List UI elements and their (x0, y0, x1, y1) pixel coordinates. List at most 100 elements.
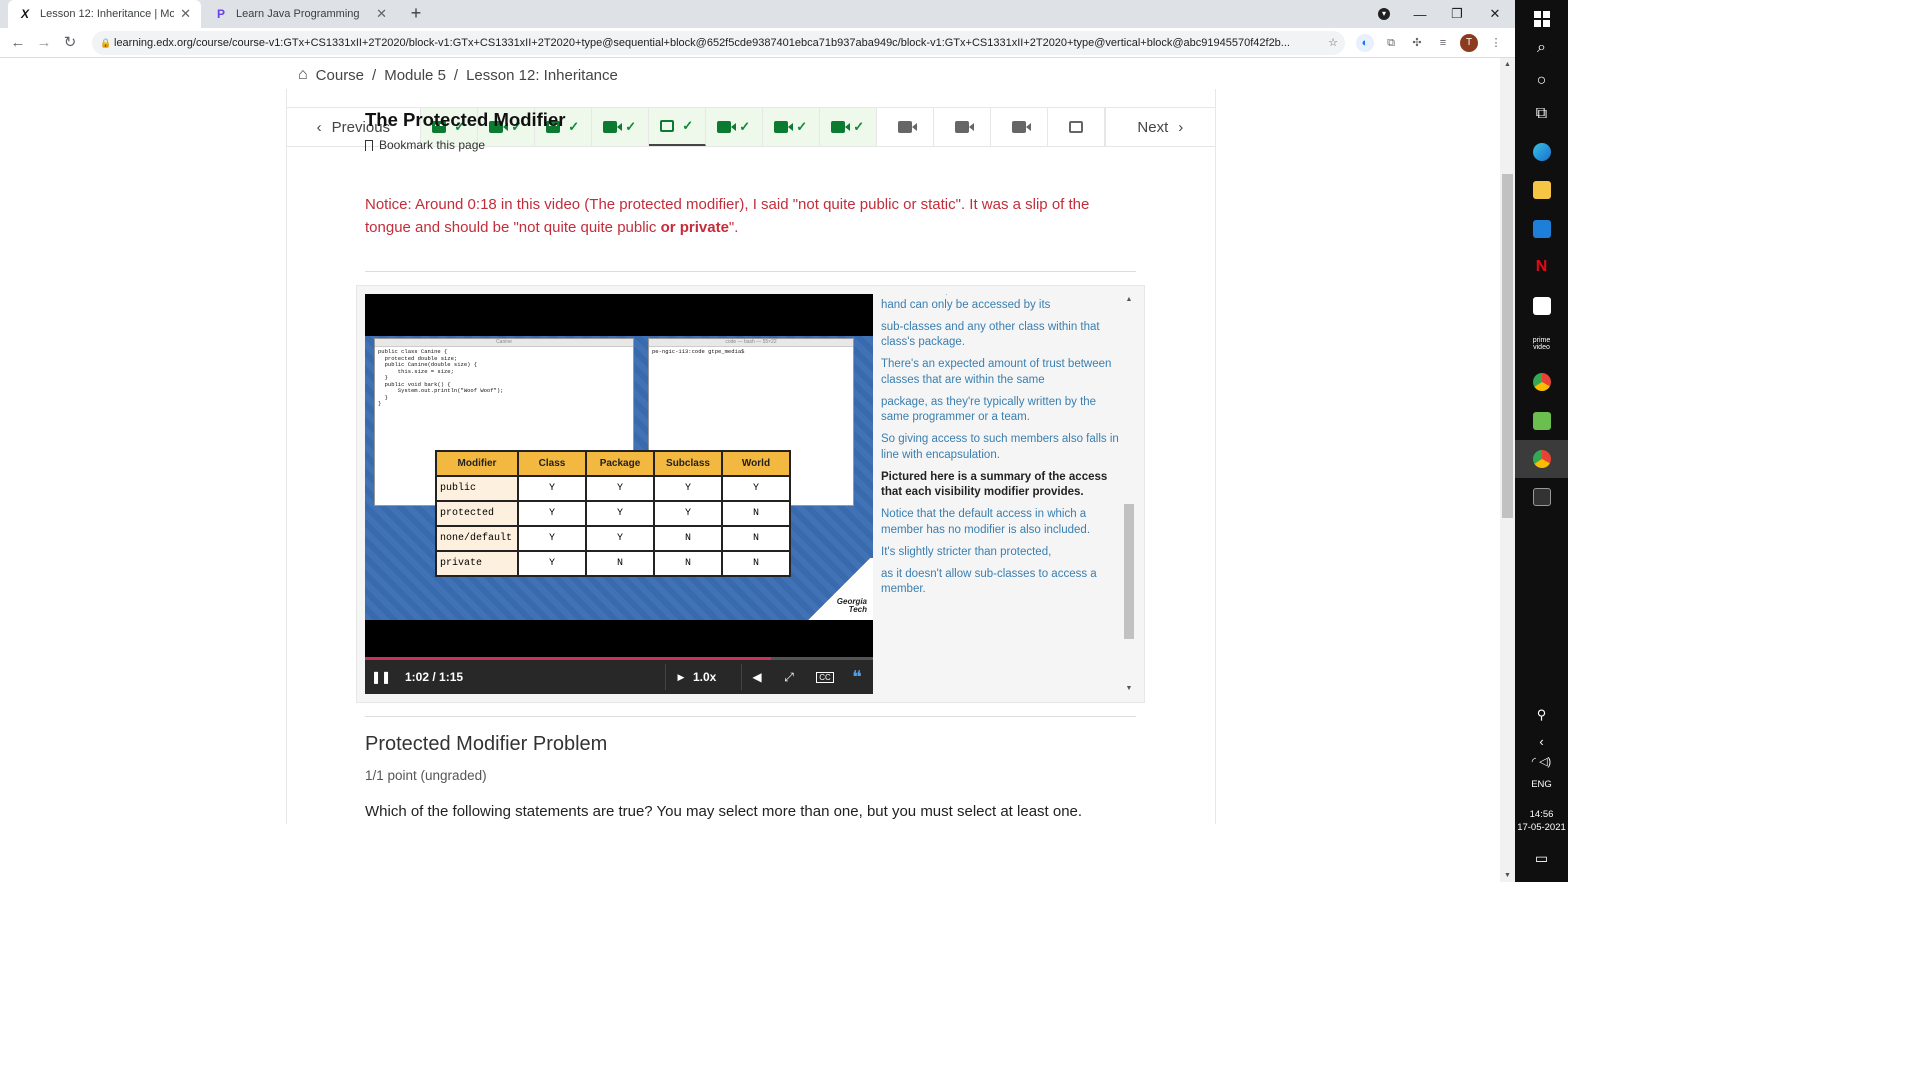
network-volume-icon[interactable]: ◜ ◁) (1515, 742, 1568, 780)
mail-icon[interactable] (1515, 210, 1568, 248)
table-header: Modifier (435, 450, 519, 477)
transcript-line[interactable]: So giving access to such members also fa… (881, 432, 1121, 463)
bookmark-button[interactable]: Bookmark this page (365, 138, 485, 152)
table-header: World (721, 450, 791, 477)
problem-points: 1/1 point (ungraded) (365, 768, 487, 783)
transcript-line[interactable]: It's slightly stricter than protected, (881, 545, 1121, 561)
extension-circle-icon[interactable]: ◐ (1356, 34, 1374, 52)
clock-time[interactable]: 14:56 (1515, 809, 1568, 821)
tab-edx-lesson[interactable]: X Lesson 12: Inheritance | Module 5 ✕ (8, 0, 201, 28)
breadcrumb: ⌂ Course / Module 5 / Lesson 12: Inherit… (298, 66, 618, 84)
breadcrumb-module[interactable]: Module 5 (384, 67, 446, 84)
terminal-prompt: pe-ngic-113:code gtpe_media$ (652, 348, 748, 355)
access-cell: N (653, 525, 723, 552)
scroll-up-arrow-icon[interactable]: ▲ (1124, 296, 1134, 303)
file-explorer-icon[interactable] (1515, 171, 1568, 209)
access-cell: Y (653, 500, 723, 527)
transcript-line[interactable]: sub-classes and any other class within t… (881, 320, 1121, 351)
notice-bold: or private (660, 219, 729, 236)
access-cell: N (585, 550, 655, 577)
scroll-down-arrow-icon[interactable]: ▼ (1124, 685, 1134, 692)
tab-title: Lesson 12: Inheritance | Module 5 (40, 8, 175, 20)
scroll-up-arrow-icon[interactable]: ▲ (1500, 61, 1515, 68)
java-code: public class Canine { protected double s… (378, 348, 504, 407)
access-cell: N (653, 550, 723, 577)
notifications-icon[interactable]: ▭ (1515, 839, 1568, 877)
extensions-puzzle-icon[interactable]: ✣ (1408, 34, 1426, 52)
close-tab-icon[interactable]: ✕ (376, 6, 387, 22)
video-controls: ❚❚ 1:02 / 1:15 ▶ 1.0x ◀ ⤢ CC ❝ (365, 660, 873, 694)
pause-icon[interactable]: ❚❚ (371, 660, 391, 694)
chrome-icon[interactable] (1515, 363, 1568, 401)
terminal-titlebar: code — bash — 55×22 (649, 339, 853, 347)
speed-button[interactable]: 1.0x (693, 660, 716, 694)
prime-video-icon[interactable]: prime video (1515, 325, 1568, 363)
transcript-line[interactable]: Pictured here is a summary of the access… (881, 470, 1121, 501)
bookmark-label: Bookmark this page (379, 138, 486, 152)
menu-kebab-icon[interactable]: ⋮ (1487, 34, 1505, 52)
breadcrumb-separator: / (453, 66, 459, 84)
speed-play-icon[interactable]: ▶ (675, 660, 687, 694)
extension-copy-icon[interactable]: ⧉ (1382, 34, 1400, 52)
video-player[interactable]: Canine public class Canine { protected d… (365, 294, 873, 694)
transcript-scroll-thumb[interactable] (1124, 504, 1134, 639)
problem-title: Protected Modifier Problem (365, 733, 608, 755)
reload-icon[interactable]: ↻ (60, 33, 80, 53)
divider (365, 271, 1136, 272)
netflix-icon[interactable]: N (1515, 248, 1568, 286)
transcript-line[interactable]: But classes' protected members, on the o… (881, 294, 1121, 313)
transcript-scrollbar[interactable]: ▲ ▼ (1124, 294, 1134, 694)
transcript-line[interactable]: package, as they're typically written by… (881, 395, 1121, 426)
table-header: Package (585, 450, 655, 477)
transcript-line[interactable]: Notice that the default access in which … (881, 507, 1121, 538)
breadcrumb-course[interactable]: Course (316, 67, 364, 84)
table-header: Class (517, 450, 587, 477)
forward-arrow-icon[interactable]: → (34, 33, 54, 53)
tab-learn-java[interactable]: P Learn Java Programming ✕ (204, 0, 397, 28)
minimize-button[interactable]: — (1401, 0, 1439, 28)
back-arrow-icon[interactable]: ← (8, 33, 28, 53)
control-separator (665, 664, 666, 690)
breadcrumb-lesson: Lesson 12: Inheritance (466, 66, 618, 84)
page-scroll-thumb[interactable] (1502, 174, 1513, 518)
new-tab-button[interactable]: + (406, 3, 426, 24)
language-indicator[interactable]: ENG (1515, 779, 1568, 791)
transcript-line[interactable]: as it doesn't allow sub-classes to acces… (881, 567, 1121, 598)
task-view-icon[interactable]: ⧉ (1515, 95, 1568, 133)
access-modifier-table: Modifier Class Package Subclass World public… (435, 450, 791, 577)
table-header: Subclass (653, 450, 723, 477)
fullscreen-icon[interactable]: ⤢ (779, 660, 799, 694)
access-cell: Y (517, 475, 587, 502)
access-cell: Y (653, 475, 723, 502)
url-text: learning.edx.org/course/course-v1:GTx+CS… (114, 37, 1290, 49)
access-cell: Y (585, 475, 655, 502)
scroll-down-arrow-icon[interactable]: ▼ (1500, 872, 1515, 879)
video-frame: Canine public class Canine { protected d… (365, 336, 873, 620)
video-transcript[interactable]: But classes' protected members, on the o… (881, 294, 1121, 694)
closed-captions-icon[interactable]: CC (815, 660, 835, 694)
bookmark-star-icon[interactable]: ☆ (1324, 34, 1342, 52)
volume-icon[interactable]: ◀ (747, 660, 767, 694)
address-bar[interactable]: 🔒 learning.edx.org/course/course-v1:GTx+… (92, 31, 1345, 55)
georgia-tech-logo: Georgia Tech (805, 558, 873, 620)
clock-date[interactable]: 17-05-2021 (1515, 822, 1568, 834)
store-icon[interactable] (1515, 287, 1568, 325)
profile-avatar[interactable]: T (1460, 34, 1478, 52)
tab-search-icon[interactable]: ▾ (1365, 0, 1403, 28)
edge-browser-icon[interactable] (1515, 133, 1568, 171)
transcript-quote-icon[interactable]: ❝ (847, 660, 867, 694)
chrome-active-icon[interactable] (1515, 440, 1568, 478)
p-logo-icon: P (216, 7, 225, 21)
page-scrollbar[interactable]: ▲ ▼ (1500, 58, 1515, 882)
home-icon[interactable]: ⌂ (298, 66, 308, 84)
close-tab-icon[interactable]: ✕ (180, 6, 191, 22)
reading-list-icon[interactable]: ≡ (1434, 34, 1452, 52)
close-window-button[interactable]: ✕ (1476, 0, 1514, 28)
edx-x-icon: X (20, 7, 29, 21)
terminal-icon[interactable] (1515, 478, 1568, 516)
transcript-line[interactable]: There's an expected amount of trust betw… (881, 357, 1121, 388)
unit-title: The Protected Modifier (365, 109, 566, 130)
table-row: protected Y Y Y N (435, 500, 791, 527)
restore-button[interactable]: ❐ (1438, 0, 1476, 28)
notepad-icon[interactable] (1515, 402, 1568, 440)
